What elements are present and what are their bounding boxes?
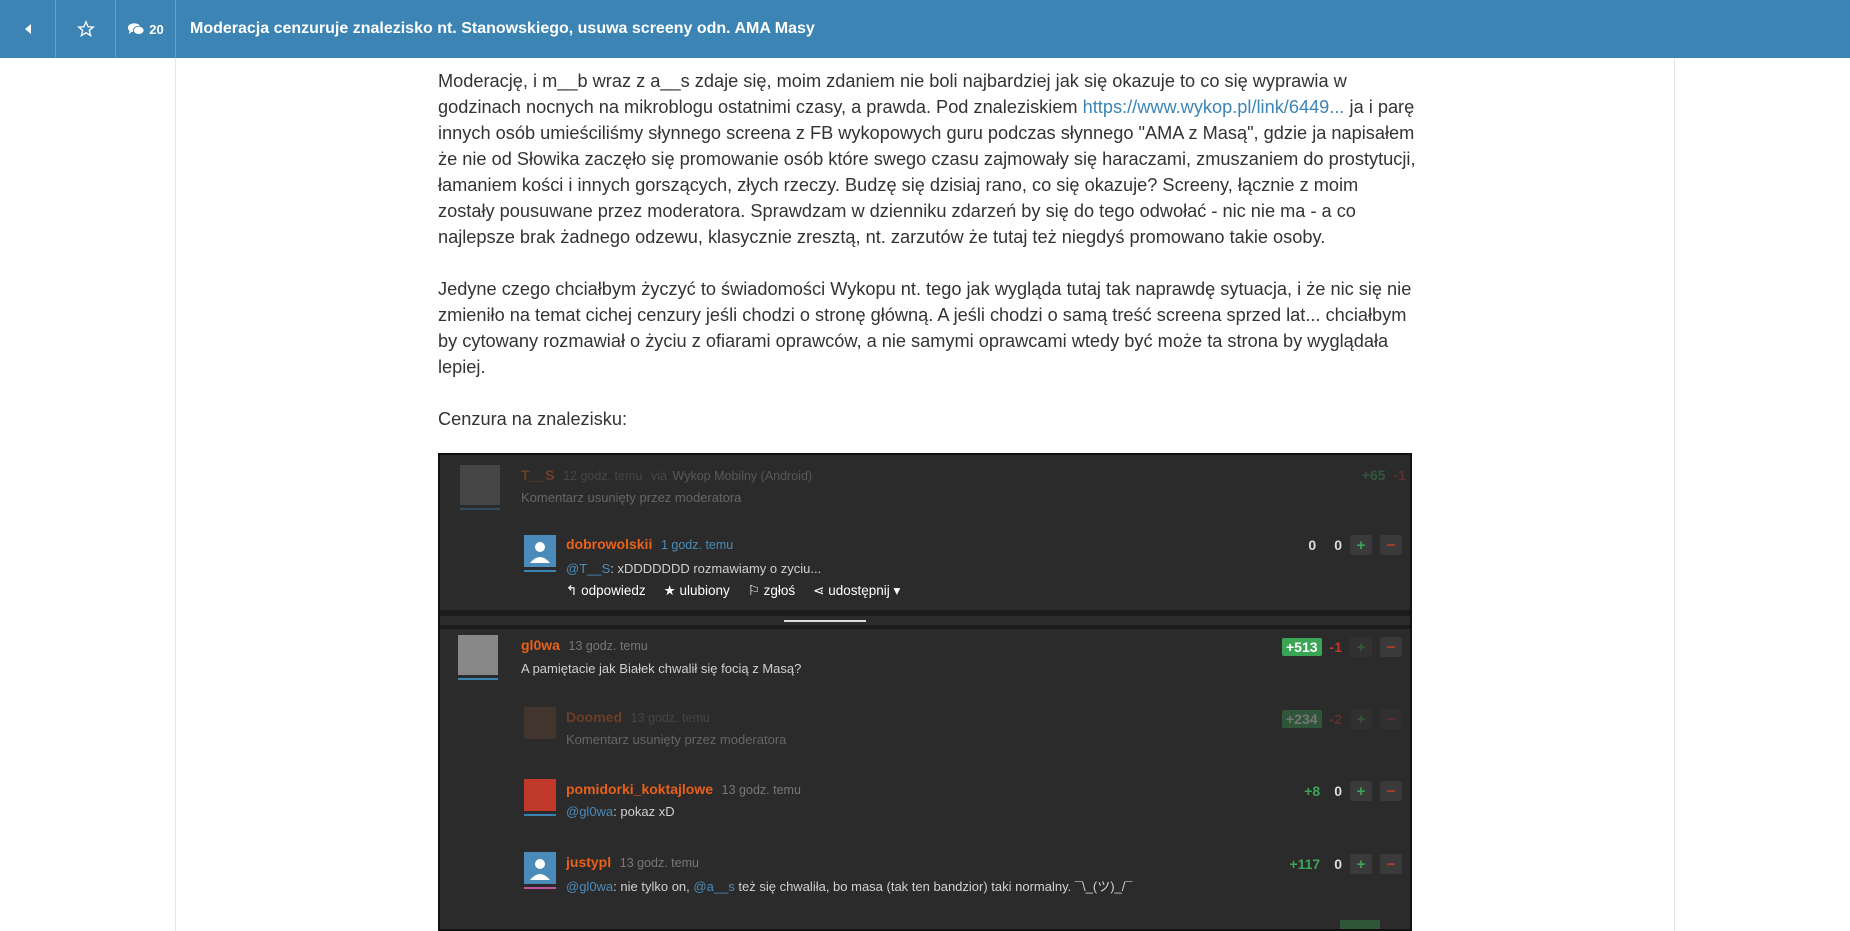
comment-text: A pamiętacie jak Białek chwalił się foci… bbox=[521, 661, 802, 676]
page-title: Moderacja cenzuruje znalezisko nt. Stano… bbox=[190, 20, 815, 37]
comment-count: 20 bbox=[149, 21, 164, 37]
comments-button[interactable]: 20 bbox=[116, 0, 176, 58]
avatar bbox=[524, 852, 556, 889]
vote-up-button[interactable]: + bbox=[1350, 854, 1372, 874]
vote-down-button[interactable]: − bbox=[1380, 781, 1402, 801]
vote-up-button[interactable]: + bbox=[1350, 781, 1372, 801]
back-button[interactable] bbox=[0, 0, 56, 58]
paragraph-2: Jedyne czego chciałbym życzyć to świadom… bbox=[438, 279, 1412, 377]
avatar bbox=[524, 707, 556, 739]
paragraph-3: Cenzura na znalezisku: bbox=[438, 409, 628, 429]
comment-actions: ↰ odpowiedz ★ ulubiony ⚐ zgłoś ⋖ udostęp… bbox=[566, 583, 900, 599]
comment-author[interactable]: dobrowolskii bbox=[566, 536, 652, 552]
vote-down-button[interactable]: − bbox=[1380, 854, 1402, 874]
user-icon bbox=[530, 542, 550, 563]
article-body: Moderację, i m__b wraz z a__s zdaje się,… bbox=[438, 58, 1418, 432]
comment-text: Komentarz usunięty przez moderatora bbox=[566, 732, 787, 747]
scroll-indicator bbox=[784, 620, 866, 622]
user-icon bbox=[530, 859, 550, 880]
vote-up-button[interactable]: + bbox=[1350, 637, 1372, 657]
comment-text: Komentarz usunięty przez moderatora bbox=[521, 490, 742, 505]
divider bbox=[440, 625, 1410, 629]
comment-text: @T__S: xDDDDDDD rozmawiamy o zyciu... bbox=[566, 561, 822, 576]
top-bar: 20 Moderacja cenzuruje znalezisko nt. St… bbox=[0, 0, 1850, 58]
partial-score-badge bbox=[1340, 920, 1380, 929]
comment-author: Doomed bbox=[566, 709, 622, 725]
comment-author[interactable]: justypl bbox=[566, 854, 611, 870]
comment-author[interactable]: gl0wa bbox=[521, 637, 560, 653]
star-icon bbox=[76, 20, 95, 38]
avatar bbox=[524, 535, 556, 572]
avatar bbox=[458, 635, 498, 680]
avatar bbox=[524, 779, 556, 816]
article-link[interactable]: https://www.wykop.pl/link/6449... bbox=[1083, 97, 1345, 117]
comment-author[interactable]: pomidorki_koktajlowe bbox=[566, 781, 713, 797]
vote-down-button[interactable]: − bbox=[1380, 535, 1402, 555]
divider bbox=[440, 610, 1410, 616]
share-button[interactable]: ⋖ udostępnij ▾ bbox=[813, 583, 900, 599]
report-button[interactable]: ⚐ zgłoś bbox=[748, 583, 795, 599]
comment-author: T__S bbox=[521, 467, 555, 483]
caret-left-icon bbox=[24, 24, 31, 34]
avatar bbox=[460, 465, 500, 510]
vote-down-button[interactable]: − bbox=[1380, 637, 1402, 657]
paragraph-1: Moderację, i m__b wraz z a__s zdaje się,… bbox=[438, 71, 1416, 247]
vote-up-button[interactable]: + bbox=[1350, 535, 1372, 555]
favorite-button[interactable] bbox=[56, 0, 116, 58]
reply-button[interactable]: ↰ odpowiedz bbox=[566, 583, 646, 599]
comments-icon bbox=[128, 22, 145, 35]
comment-text: @gl0wa: pokaz xD bbox=[566, 804, 675, 819]
censorship-screenshot: T__S 12 godz. temu via Wykop Mobilny (An… bbox=[438, 453, 1412, 931]
comment-text: @gl0wa: nie tylko on, @a__s też się chwa… bbox=[566, 879, 1133, 894]
fav-button[interactable]: ★ ulubiony bbox=[664, 583, 730, 599]
